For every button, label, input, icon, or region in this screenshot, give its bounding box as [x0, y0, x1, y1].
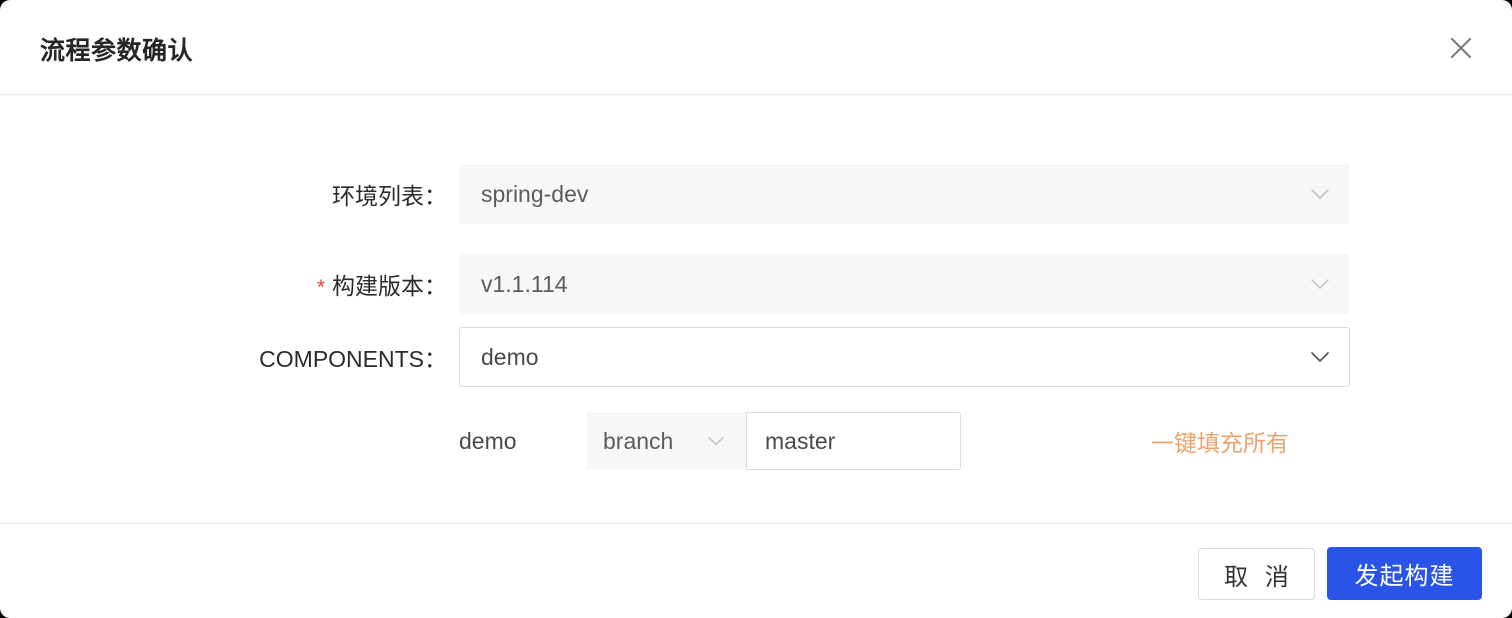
- label-environment-text: 环境列表：: [332, 183, 447, 209]
- form-row-environment: 环境列表： spring-dev: [0, 164, 1512, 224]
- chevron-down-icon: [1310, 278, 1330, 290]
- select-build-version[interactable]: v1.1.114: [459, 254, 1350, 314]
- ref-value-input-value: master: [765, 427, 836, 454]
- form-row-components: COMPONENTS： demo: [0, 327, 1512, 387]
- dialog-header: 流程参数确认: [0, 0, 1512, 95]
- label-components-text: COMPONENTS：: [259, 346, 447, 372]
- form-row-component-branch: demo branch master 一键填充所有: [0, 412, 1512, 470]
- process-parameter-confirm-dialog: 流程参数确认 环境列表： spring-dev * 构建版本： v1.1.114…: [0, 0, 1512, 618]
- ref-value-input[interactable]: master: [746, 412, 961, 470]
- label-build-version: * 构建版本：: [150, 254, 447, 314]
- select-ref-type[interactable]: branch: [586, 412, 746, 470]
- select-build-version-value: v1.1.114: [481, 270, 568, 297]
- select-environment-value: spring-dev: [481, 180, 589, 207]
- label-environment: 环境列表：: [150, 164, 447, 224]
- chevron-down-icon: [707, 436, 725, 447]
- cancel-button[interactable]: 取 消: [1198, 548, 1315, 600]
- chevron-down-icon: [1310, 188, 1330, 200]
- dialog-body: 环境列表： spring-dev * 构建版本： v1.1.114 COMPON…: [0, 96, 1512, 523]
- select-environment[interactable]: spring-dev: [459, 164, 1350, 224]
- component-name: demo: [459, 427, 517, 454]
- select-components[interactable]: demo: [459, 327, 1350, 387]
- label-components: COMPONENTS：: [150, 327, 447, 387]
- chevron-down-icon: [1310, 351, 1330, 363]
- required-marker: *: [316, 275, 325, 299]
- dialog-footer: 取 消 发起构建: [0, 523, 1512, 618]
- close-icon[interactable]: [1440, 27, 1482, 69]
- submit-build-button[interactable]: 发起构建: [1327, 547, 1482, 600]
- select-ref-type-value: branch: [603, 427, 674, 454]
- label-build-version-text: 构建版本：: [332, 273, 447, 299]
- select-components-value: demo: [481, 343, 539, 370]
- form-row-build-version: * 构建版本： v1.1.114: [0, 254, 1512, 314]
- fill-all-link[interactable]: 一键填充所有: [1151, 412, 1289, 470]
- dialog-title: 流程参数确认: [40, 37, 194, 65]
